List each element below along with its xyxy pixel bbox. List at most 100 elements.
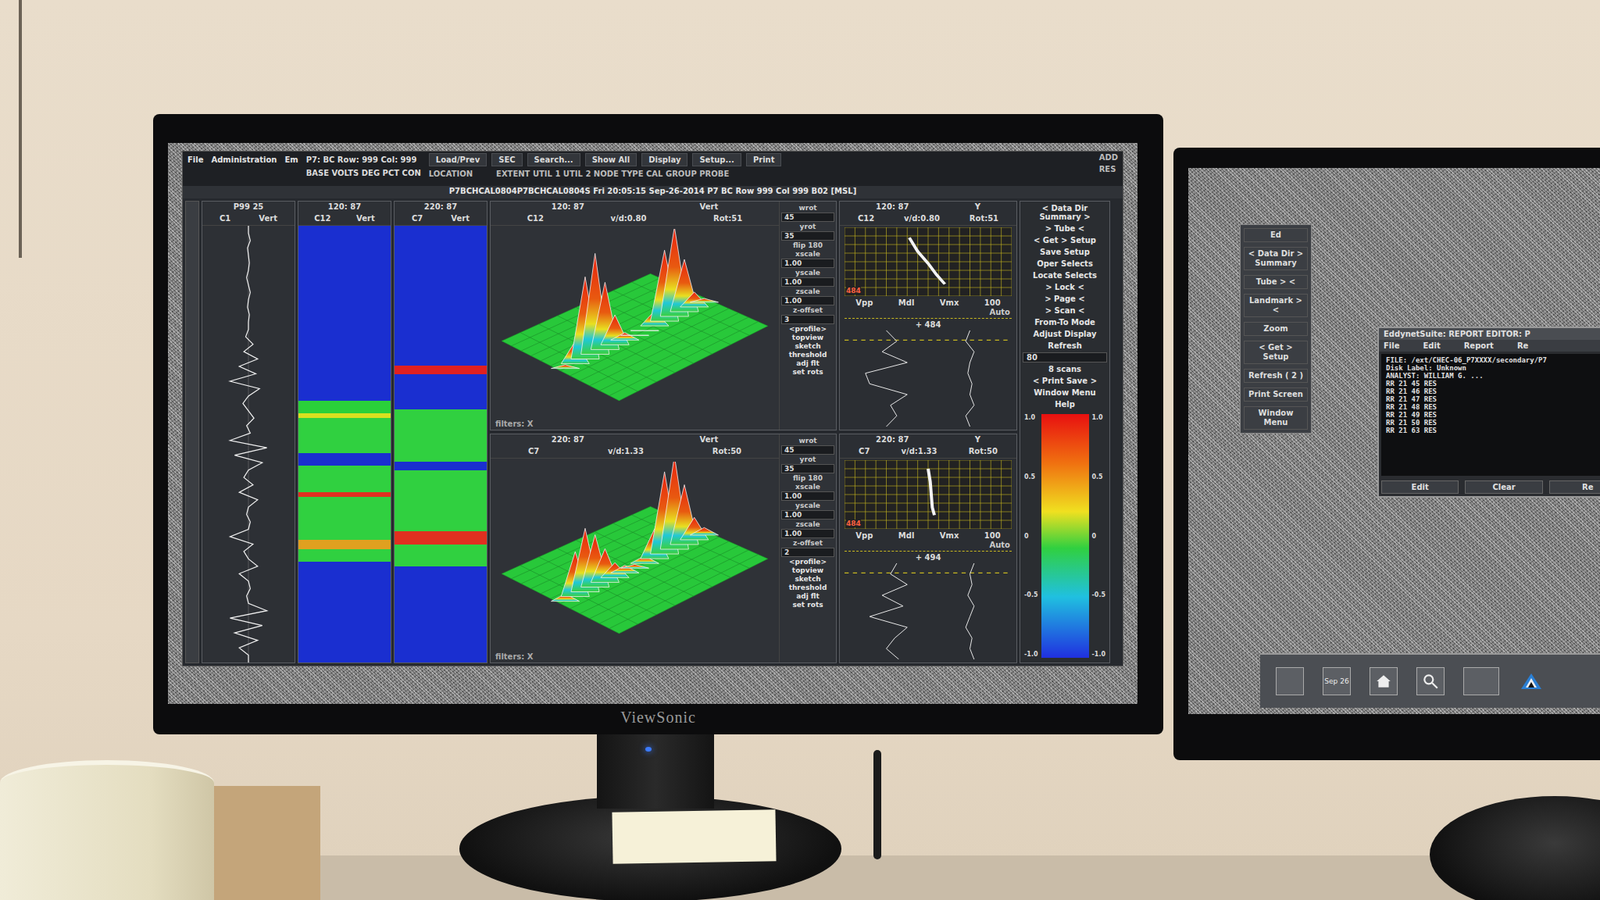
side-button[interactable]: Landmark > < [1243,293,1308,318]
grid-line [618,558,768,634]
grid-line [844,460,1012,461]
control-button[interactable]: <profile> [781,325,835,333]
control-field[interactable]: 35 [781,464,835,474]
surface-plot: 120: 87 Vert C12 v/d:0.80 Rot:51 filters… [490,201,779,430]
toolbar-button[interactable]: Search... [527,153,581,167]
folder-icon[interactable] [1275,667,1304,696]
menu-item[interactable]: Administration [210,155,277,165]
report-button[interactable]: Re [1549,480,1600,494]
command-button[interactable]: Window Menu [1022,387,1108,398]
plot-canvas[interactable] [490,458,779,652]
command-button[interactable]: > Scan < [1022,305,1108,316]
auto-label[interactable]: Auto [839,307,1017,317]
command-button[interactable]: > Tube < [1022,223,1108,234]
control-button[interactable]: adj flt [781,359,835,368]
control-field[interactable]: 2 [781,547,835,558]
command-button[interactable]: > Page < [1022,293,1108,304]
control-button[interactable]: threshold [781,350,835,359]
lissajous-chart[interactable] [844,227,1012,297]
control-button[interactable]: <profile> [781,557,835,566]
toolbar-button[interactable]: Load/Prev [428,153,487,167]
side-button[interactable]: Ed [1243,228,1308,243]
toolbar-button[interactable]: Display [641,153,688,167]
command-button[interactable]: Adjust Display [1022,328,1108,340]
side-button[interactable]: Tube > < [1243,275,1308,290]
control-button[interactable]: topview [781,566,835,575]
toolbar-label: LOCATION [428,169,473,179]
surface-chart[interactable] [493,228,776,416]
reference-line [844,572,1012,574]
lissajous-labels: VppMdlVmx100 [839,530,1017,541]
command-button[interactable]: Refresh [1022,340,1108,351]
corner-label[interactable]: ADD [1099,153,1118,162]
color-band [394,470,487,532]
paper-cup [0,760,215,900]
command-button[interactable]: Oper Selects [1022,258,1108,269]
search-icon[interactable] [1416,667,1445,696]
control-button[interactable]: set rots [781,367,835,376]
control-field[interactable]: 1.00 [781,277,835,287]
side-button[interactable]: Zoom [1243,321,1308,336]
lissajous-grid[interactable]: 484 [844,227,1012,297]
control-field[interactable]: 1.00 [781,528,835,539]
command-button[interactable]: From-To Mode [1022,317,1108,328]
control-field[interactable]: 1.00 [781,296,835,306]
side-button[interactable]: < Get > Setup [1243,340,1308,365]
command-button[interactable]: Locate Selects [1022,270,1108,281]
control-button[interactable]: sketch [781,342,835,350]
plot-canvas[interactable] [490,225,779,419]
menu-item[interactable]: Report [1464,341,1494,350]
control-button[interactable]: topview [781,333,835,342]
toolbar-button[interactable]: Setup... [692,153,741,167]
menu-item[interactable]: Edit [1422,341,1440,350]
side-button[interactable]: Refresh ( 2 ) [1243,368,1308,383]
toolbar-button[interactable]: Show All [585,153,638,167]
control-label: yscale [781,268,835,277]
menu-item[interactable]: Em [284,155,298,165]
app-logo-icon[interactable] [1517,667,1545,695]
power-led[interactable] [645,746,652,752]
auto-label[interactable]: Auto [839,540,1017,550]
control-field[interactable]: 1.00 [781,510,835,520]
side-button[interactable]: < Data Dir > Summary [1243,246,1308,271]
command-button[interactable]: < Print Save > [1022,375,1108,386]
control-field[interactable]: 1.00 [781,258,835,268]
toolbar-button[interactable]: SEC [491,153,522,167]
command-button[interactable]: 8 scans [1022,364,1108,375]
control-field[interactable]: 45 [781,212,835,222]
vertical-trace [965,563,975,660]
menu-item[interactable]: File [1383,341,1400,350]
toolbar-button[interactable]: Print [746,153,783,167]
control-button[interactable]: threshold [781,583,835,592]
calendar-icon[interactable]: Sep 26 [1322,667,1351,696]
color-scale-labels: 1.00.50-0.5-1.0 [1092,414,1107,658]
report-button[interactable]: Edit [1381,480,1459,494]
command-button[interactable]: < Get > Setup [1022,235,1108,246]
lissajous-header: 220: 87 Y [839,434,1017,447]
lissajous-grid[interactable]: 484 [844,460,1012,529]
control-button[interactable]: sketch [781,575,835,583]
lissajous-chart[interactable] [844,460,1012,529]
lissajous-header: 120: 87 Y [839,201,1017,214]
control-field[interactable]: 3 [781,314,835,325]
printer-icon[interactable] [1463,667,1500,696]
report-text[interactable]: FILE: /ext/CHEC-06_P7XXXX/secondary/P7Di… [1381,353,1600,476]
command-button[interactable]: < Data Dir Summary > [1022,203,1108,222]
scan-field[interactable]: 80 [1022,352,1108,363]
side-button[interactable]: Window Menu [1243,406,1308,430]
command-button[interactable]: Help [1022,399,1108,410]
corner-label[interactable]: RES [1099,164,1118,174]
side-button[interactable]: Print Screen [1243,387,1308,402]
control-field[interactable]: 1.00 [781,491,835,501]
report-button[interactable]: Clear [1464,480,1543,494]
menu-item[interactable]: File [187,155,204,165]
command-button[interactable]: > Lock < [1022,282,1108,293]
command-button[interactable]: Save Setup [1022,246,1108,258]
control-field[interactable]: 35 [781,231,835,241]
home-icon[interactable] [1369,667,1398,696]
control-button[interactable]: set rots [781,600,835,609]
control-button[interactable]: adj flt [781,592,835,600]
surface-chart[interactable] [493,461,776,649]
control-field[interactable]: 45 [781,445,835,455]
menu-item[interactable]: Re [1517,341,1529,350]
